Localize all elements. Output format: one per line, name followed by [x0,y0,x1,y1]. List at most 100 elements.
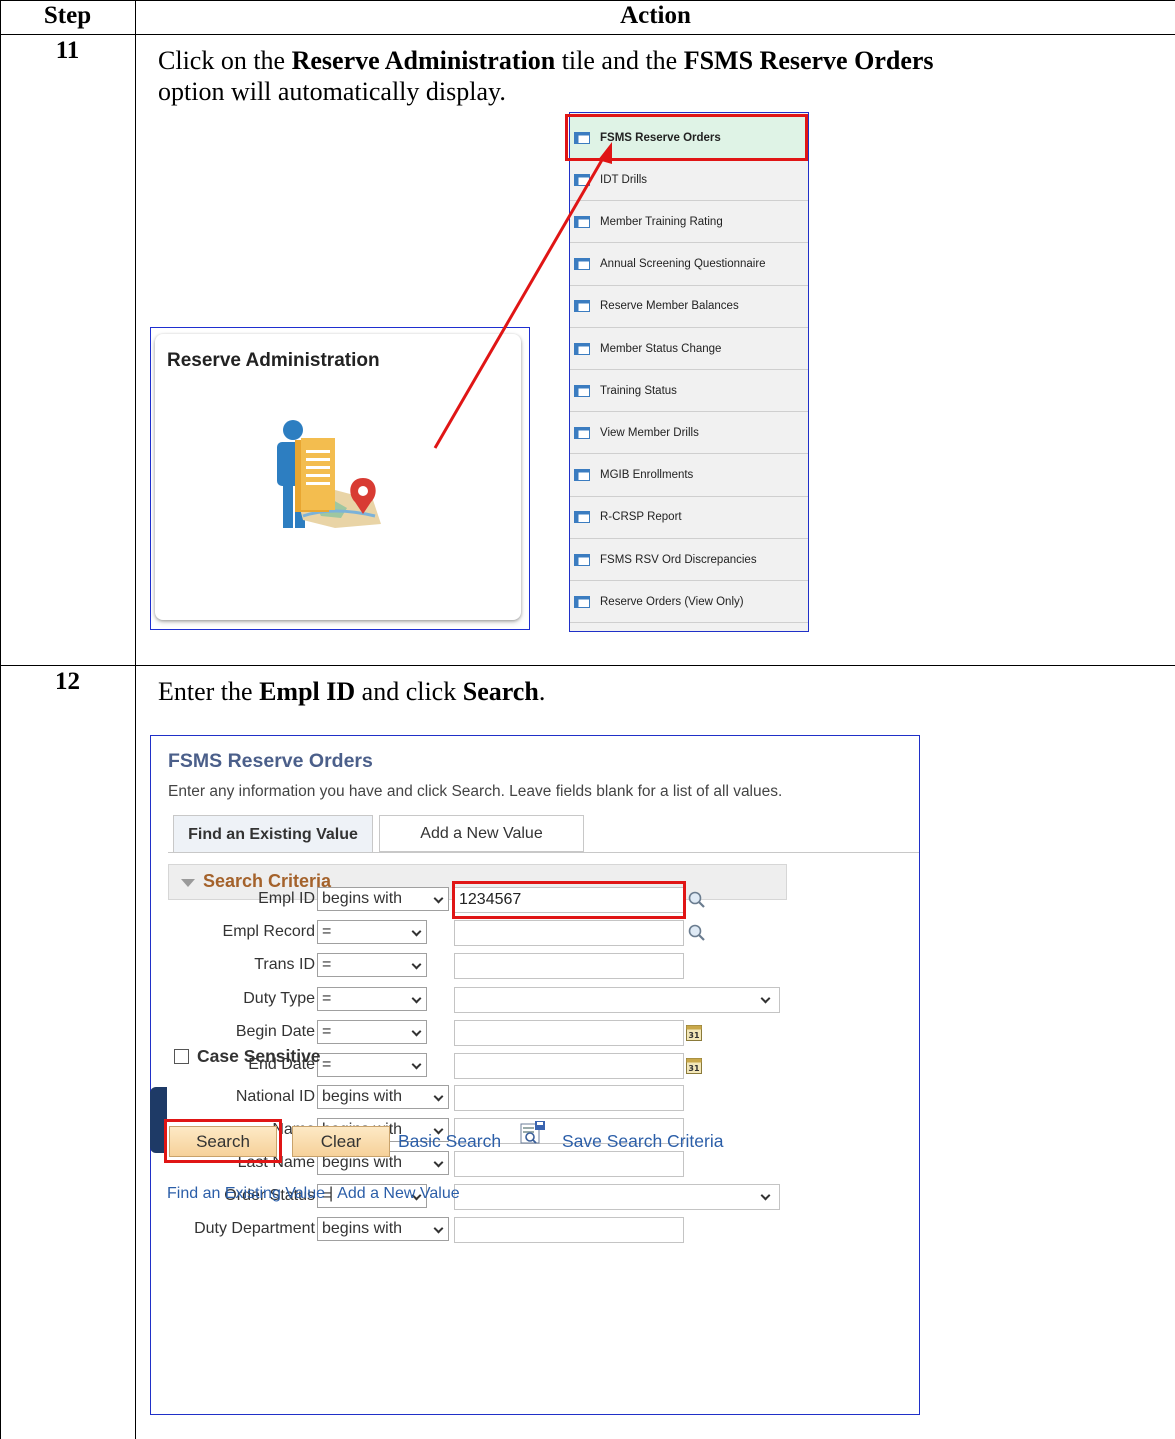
field-label: National ID [235,1088,315,1105]
table-column-divider [135,0,136,1439]
menu-item-label: Member Training Rating [600,215,723,228]
link-separator: | [329,1185,334,1202]
component-icon [574,258,590,271]
menu-item[interactable]: R-CRSP Report [570,497,808,539]
table-border-top [0,0,1175,1]
operator-value: begins with [322,890,403,907]
chevron-down-icon [411,993,422,1004]
bottom-links: Find an Existing Value | Add a New Value [167,1185,460,1203]
search-field-row: Empl Record = [150,920,850,946]
tile-screenshot-frame: Reserve Administration [150,327,530,630]
page-title: FSMS Reserve Orders [168,750,373,772]
operator-select[interactable]: begins with [317,1085,449,1109]
header-action: Action [620,2,691,29]
value-select[interactable] [454,987,780,1013]
header-step: Step [43,2,92,29]
component-icon [574,384,590,397]
reserve-admin-icon [277,420,381,528]
value-select[interactable] [454,1184,780,1210]
operator-select[interactable]: = [317,920,427,944]
operator-value: = [322,1056,332,1073]
operator-select[interactable]: begins with [317,1217,449,1241]
lookup-search-icon[interactable] [688,924,706,942]
calendar-icon[interactable]: 31 [686,1057,702,1074]
operator-value: begins with [322,1220,403,1237]
menu-item[interactable]: View Member Drills [570,412,808,455]
search-field-row: Duty Department begins with [150,1217,850,1243]
reserve-administration-tile[interactable]: Reserve Administration [155,334,521,620]
chevron-down-icon [433,893,444,904]
menu-item[interactable]: IDT Drills [570,159,808,202]
value-input[interactable] [454,953,684,979]
operator-value: = [322,923,332,940]
menu-item[interactable]: Member Training Rating [570,201,808,244]
menu-item[interactable]: Member Status Change [570,328,808,370]
save-search-icon[interactable] [520,1121,546,1145]
value-input[interactable] [454,1151,684,1177]
collapse-triangle-icon [181,879,195,887]
operator-select[interactable]: = [317,1020,427,1044]
tile-title: Reserve Administration [167,350,380,371]
component-icon [574,300,590,313]
operator-value: = [322,990,332,1007]
operator-value: = [322,1023,332,1040]
highlight-box-empl-id [452,881,686,919]
menu-item[interactable]: Reserve Orders (View Only) [570,581,808,624]
field-label: Duty Type [243,990,315,1007]
component-icon [574,469,590,482]
menu-item-label: Training Status [600,384,677,397]
reserve-admin-menu: FSMS Reserve Orders IDT Drills Member Trai… [569,112,809,632]
tab-add-new-value[interactable]: Add a New Value [379,815,584,852]
chevron-down-icon [411,1059,422,1070]
chevron-down-icon [433,1157,444,1168]
basic-search-link[interactable]: Basic Search [398,1131,501,1152]
chevron-down-icon [760,1190,771,1201]
table-border-left [0,0,1,1439]
field-label: Trans ID [254,956,315,973]
operator-select[interactable]: begins with [317,887,449,911]
search-field-row: Begin Date = 31 [150,1020,850,1046]
menu-item-label: FSMS RSV Ord Discrepancies [600,553,757,566]
menu-item-label: View Member Drills [600,426,699,439]
menu-item[interactable]: Training Status [570,370,808,413]
field-label: Empl Record [222,923,315,940]
chevron-down-icon [411,959,422,970]
menu-item[interactable]: FSMS RSV Ord Discrepancies [570,539,808,581]
menu-item-label: Annual Screening Questionnaire [600,258,766,271]
table-header-divider [0,34,1175,35]
menu-item[interactable]: Annual Screening Questionnaire [570,244,808,286]
value-input[interactable] [454,920,684,946]
step-number-11: 11 [55,37,80,64]
operator-select[interactable]: = [317,987,427,1011]
menu-item-label: IDT Drills [600,173,648,186]
menu-item-label: Reserve Member Balances [600,300,739,313]
operator-select[interactable]: = [317,1053,427,1077]
save-search-criteria-link[interactable]: Save Search Criteria [562,1131,723,1152]
search-field-row: Duty Type = [150,987,850,1013]
highlight-box-fsms-reserve-orders [565,114,808,161]
component-icon [574,511,590,524]
menu-item-label: Member Status Change [600,342,722,355]
step-number-12: 12 [55,668,80,695]
svg-text:31: 31 [688,1064,700,1073]
field-label: Duty Department [194,1220,315,1237]
value-input[interactable] [454,1085,684,1111]
value-input[interactable] [454,1217,684,1243]
component-icon [574,342,590,355]
lookup-search-icon[interactable] [688,891,706,909]
clear-button[interactable]: Clear [292,1126,390,1157]
find-existing-value-link[interactable]: Find an Existing Value [167,1185,325,1202]
menu-item[interactable]: Reserve Member Balances [570,286,808,328]
calendar-icon[interactable]: 31 [686,1024,702,1041]
value-input[interactable] [454,1020,684,1046]
value-input[interactable] [454,1053,684,1079]
tab-find-existing-value[interactable]: Find an Existing Value [173,815,373,853]
menu-item-label: Reserve Orders (View Only) [600,595,744,608]
add-new-value-link[interactable]: Add a New Value [337,1185,459,1202]
case-sensitive-checkbox[interactable] [174,1049,189,1064]
chevron-down-icon [760,993,771,1004]
operator-select[interactable]: = [317,953,427,977]
step-12-instruction: Enter the Empl ID and click Search. [158,677,546,706]
menu-item[interactable]: MGIB Enrollments [570,455,808,497]
chevron-down-icon [411,926,422,937]
